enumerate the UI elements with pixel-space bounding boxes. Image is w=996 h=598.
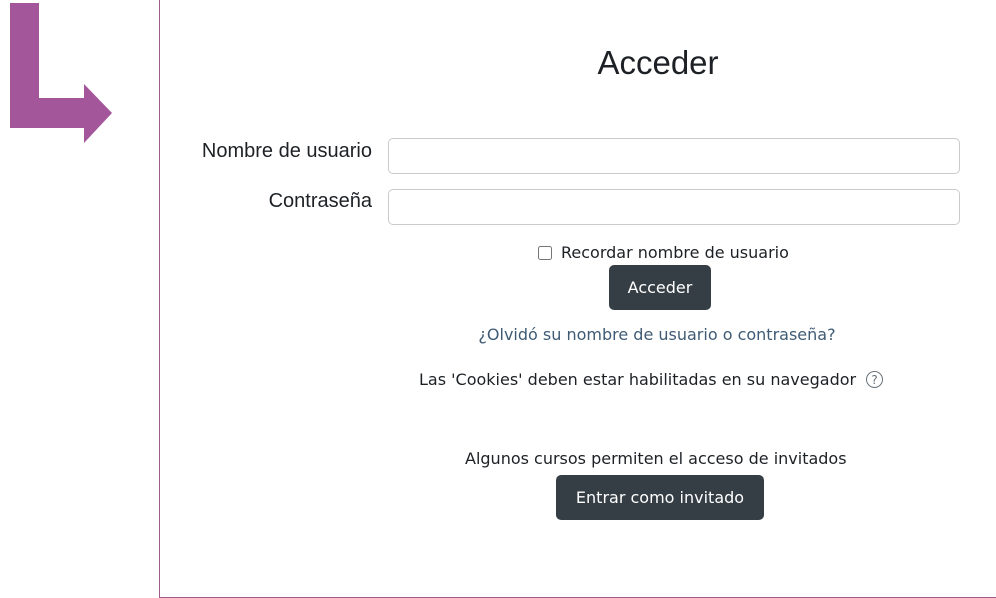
username-input[interactable]	[388, 138, 960, 174]
guest-access-note: Algunos cursos permiten el acceso de inv…	[465, 449, 847, 468]
remember-username-checkbox[interactable]	[538, 245, 552, 260]
cookies-notice-text: Las 'Cookies' deben estar habilitadas en…	[419, 370, 857, 389]
username-label: Nombre de usuario	[201, 140, 372, 162]
password-input[interactable]	[388, 189, 960, 225]
remember-username: Recordar nombre de usuario	[538, 243, 789, 262]
page-title: Acceder	[597, 44, 719, 81]
cookies-notice: Las 'Cookies' deben estar habilitadas en…	[419, 370, 884, 389]
help-circle-icon[interactable]: ?	[866, 371, 884, 388]
remember-username-label[interactable]: Recordar nombre de usuario	[561, 243, 789, 262]
password-label: Contraseña	[268, 190, 372, 212]
forgot-password-link[interactable]: ¿Olvidó su nombre de usuario o contraseñ…	[0, 325, 996, 344]
guest-login-button[interactable]: Entrar como invitado	[556, 475, 764, 520]
login-button[interactable]: Acceder	[609, 265, 711, 310]
